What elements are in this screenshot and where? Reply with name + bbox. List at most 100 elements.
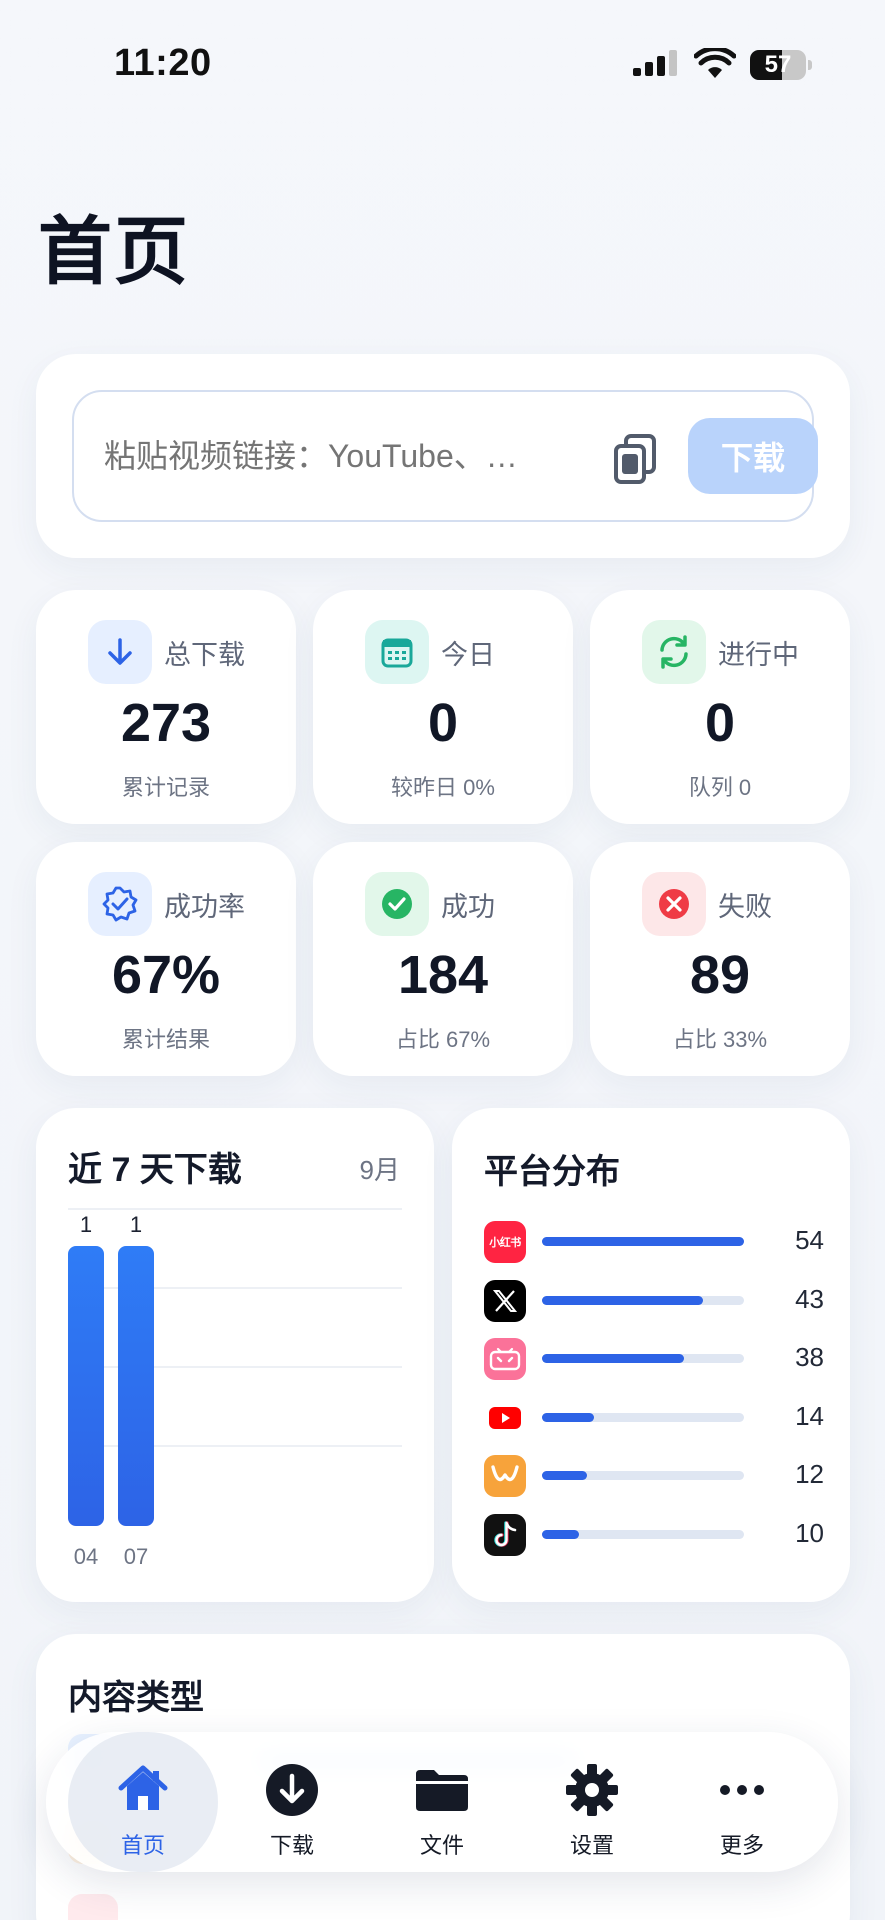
platform-count: 14 (795, 1400, 824, 1431)
platform-row-x[interactable]: 43 (484, 1279, 824, 1322)
download-button[interactable]: 下载 (688, 418, 818, 494)
wifi-icon (694, 48, 736, 78)
platform-count: 12 (795, 1459, 824, 1489)
orange-w-icon (484, 1455, 526, 1497)
home-icon (113, 1760, 173, 1820)
stat-value: 67% (111, 945, 221, 1005)
platform-count: 43 (795, 1283, 824, 1314)
chart-bar[interactable] (118, 1246, 154, 1526)
stat-subtext: 队列 0 (688, 775, 752, 800)
stat-card[interactable]: 失败 89 占比 33% (590, 842, 850, 1076)
platform-bar-track (542, 1529, 744, 1539)
chart-category-label: 04 (74, 1544, 98, 1569)
platform-count: 54 (795, 1225, 824, 1255)
xiaohongshu-icon: 小红书 (484, 1221, 526, 1263)
platform-icon-glyph: 小红书 (489, 1237, 521, 1249)
platform-row-xiaohongshu[interactable]: 小红书 54 (484, 1221, 824, 1263)
tab-label: 首页 (120, 1833, 165, 1858)
stat-subtext: 累计记录 (121, 775, 210, 800)
platform-bar-fill (542, 1529, 580, 1539)
download-arrow-icon (88, 620, 152, 684)
bilibili-icon (484, 1338, 526, 1380)
tiktok-icon (484, 1513, 526, 1556)
platform-row-tiktok[interactable]: 10 (484, 1513, 824, 1556)
page-title: 首页 (38, 210, 190, 293)
stat-label: 总下载 (164, 639, 245, 670)
stat-value: 184 (397, 945, 489, 1005)
stat-header: 今日 (365, 620, 495, 684)
stat-value: 0 (704, 693, 736, 753)
chart-bar[interactable] (68, 1246, 104, 1526)
more-dots-icon (712, 1760, 772, 1820)
stat-value: 273 (120, 693, 212, 753)
platform-bar-fill (542, 1354, 685, 1363)
cellular-signal-icon (633, 50, 677, 76)
stat-value: 0 (427, 693, 459, 753)
stat-card[interactable]: 进行中 0 队列 0 (590, 590, 850, 824)
paste-clipboard-icon[interactable] (608, 430, 664, 486)
calendar-icon (365, 620, 429, 684)
platform-bar-track (542, 1354, 744, 1363)
tab-download-circle[interactable]: 下载 (217, 1732, 367, 1872)
platform-row-bilibili[interactable]: 38 (484, 1338, 824, 1380)
tab-label: 设置 (569, 1833, 614, 1858)
tab-gear[interactable]: 设置 (517, 1732, 667, 1872)
stat-card[interactable]: 成功率 67% 累计结果 (36, 842, 296, 1076)
verified-badge-icon (88, 872, 152, 936)
tab-home[interactable]: 首页 (68, 1732, 218, 1872)
stat-label: 进行中 (718, 639, 799, 670)
platform-count: 38 (795, 1342, 824, 1372)
platform-title: 平台分布 (484, 1153, 620, 1191)
tab-folder[interactable]: 文件 (367, 1732, 517, 1872)
platform-distribution-card: 平台分布 小红书 54 43 38 14 12 10 (452, 1108, 850, 1602)
platform-bar-track (542, 1471, 744, 1480)
platform-bar-fill (542, 1295, 703, 1305)
stat-header: 成功率 (88, 872, 245, 936)
video-url-input[interactable] (104, 428, 544, 484)
stat-label: 失败 (718, 891, 772, 922)
tab-label: 更多 (719, 1833, 764, 1858)
platform-bar-fill (542, 1412, 595, 1422)
stat-header: 总下载 (88, 620, 245, 684)
tab-more-dots[interactable]: 更多 (667, 1732, 817, 1872)
youtube-icon (484, 1397, 526, 1439)
url-input-box: 下载 (72, 390, 818, 522)
check-circle-icon (365, 872, 429, 936)
stat-value: 89 (689, 945, 751, 1005)
bottom-tab-bar: 首页 下载 文件 设置 更多 (46, 1732, 838, 1872)
stat-subtext: 占比 67% (395, 1027, 491, 1052)
download-circle-icon (262, 1760, 322, 1820)
platform-row-weibo-like[interactable]: 12 (484, 1455, 824, 1497)
seven-day-bar-chart: 1 04 1 07 (68, 1208, 402, 1569)
tab-label: 下载 (269, 1833, 314, 1858)
chart-bar-value-label: 1 (80, 1212, 92, 1237)
chart-category-label: 07 (124, 1544, 148, 1569)
platform-bar-fill (542, 1471, 587, 1480)
x-circle-icon (642, 872, 706, 936)
stat-card[interactable]: 总下载 273 累计记录 (36, 590, 296, 824)
x-twitter-icon (484, 1279, 526, 1322)
sync-icon (642, 620, 706, 684)
status-time: 11:20 (114, 42, 212, 84)
platform-bar-track (542, 1295, 744, 1305)
stat-label: 成功率 (164, 891, 245, 922)
gear-icon (562, 1760, 622, 1820)
battery-icon: 57 (750, 50, 812, 80)
seven-day-chart-card: 近 7 天下载 9月 1 04 1 07 (36, 1108, 434, 1602)
platform-bar-track (542, 1237, 744, 1246)
folder-icon (412, 1760, 472, 1820)
stat-subtext: 较昨日 0% (391, 775, 495, 800)
stat-header: 失败 (642, 872, 772, 936)
stat-subtext: 占比 33% (672, 1027, 768, 1052)
content-type-title: 内容类型 (68, 1679, 204, 1717)
stat-card[interactable]: 成功 184 占比 67% (313, 842, 573, 1076)
platform-bar-track (542, 1412, 744, 1422)
tab-label: 文件 (419, 1833, 464, 1858)
platform-count: 10 (795, 1517, 824, 1548)
chart-bar-value-label: 1 (130, 1212, 142, 1237)
platform-bar-fill (542, 1237, 744, 1246)
platform-row-youtube[interactable]: 14 (484, 1397, 824, 1439)
stat-card[interactable]: 今日 0 较昨日 0% (313, 590, 573, 824)
stat-subtext: 累计结果 (121, 1027, 210, 1052)
stat-header: 进行中 (642, 620, 799, 684)
